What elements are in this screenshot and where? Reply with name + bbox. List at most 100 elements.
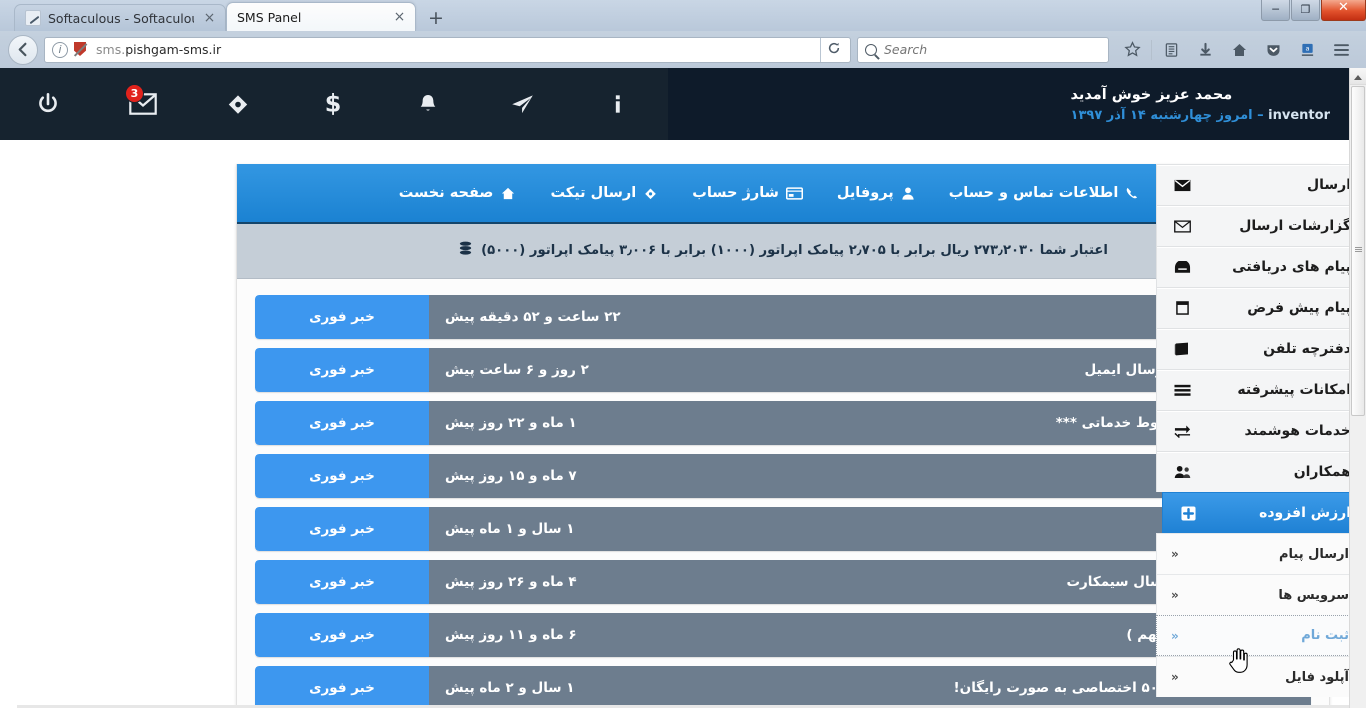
nav-item-contact-account[interactable]: اطلاعات تماس و حساب — [949, 185, 1140, 201]
news-row[interactable]: اطلاعیه های مهم ارسال سیمکارت ۴ ماه و ۲۶… — [255, 560, 1311, 604]
close-window-button[interactable]: ✕ — [1321, 0, 1366, 21]
envelope-filled-icon — [1171, 179, 1193, 192]
bell-icon[interactable] — [380, 68, 475, 140]
sidebar-subitem-send-message[interactable]: « ارسال پیام — [1156, 533, 1358, 574]
plus-square-icon — [1177, 505, 1199, 521]
nav-item-label: شارژ حساب — [692, 185, 779, 201]
power-icon[interactable] — [0, 68, 95, 140]
sidebar-subitem-upload-file[interactable]: « آپلود فایل — [1156, 656, 1358, 697]
sidebar-item-phonebook[interactable]: دفترچه تلفن — [1156, 328, 1358, 369]
news-row[interactable]: آپدیت وبسرویس #C ۲۲ ساعت و ۵۲ دقیقه پیش … — [255, 295, 1311, 339]
sidebar-subitem-services[interactable]: « سرویس ها — [1156, 574, 1358, 615]
browser-tab-sms-panel[interactable]: SMS Panel × — [226, 2, 416, 31]
pocket-icon[interactable] — [1256, 36, 1290, 64]
sidebar-menu: ارسال گزارشات ارسال پیام های دریافتی پیا… — [1156, 164, 1358, 697]
sidebar-item-advanced[interactable]: امکانات پیشرفته — [1156, 369, 1358, 410]
sidebar-item-value-added[interactable]: ارزش افزوده — [1162, 492, 1358, 533]
sidebar-item-smart-services[interactable]: خدمات هوشمند — [1156, 410, 1358, 451]
sidebar-item-label: پیام های دریافتی — [1232, 259, 1351, 275]
search-input[interactable]: Search — [884, 42, 927, 57]
tab-strip: Softaculous - Softaculous - P × SMS Pane… — [14, 2, 449, 31]
vertical-scrollbar[interactable] — [1349, 68, 1366, 708]
news-tag: خبر فوری — [255, 666, 429, 708]
downloads-icon[interactable] — [1188, 36, 1222, 64]
envelope-badge: 3 — [125, 84, 144, 103]
sidebar-item-send-reports[interactable]: گزارشات ارسال — [1156, 205, 1358, 246]
news-row[interactable]: طرح ارائه خطوط ۵۰۰۰ اختصاصی به صورت رایگ… — [255, 666, 1311, 708]
phone-icon — [1125, 186, 1139, 200]
sidebar-item-inbox[interactable]: پیام های دریافتی — [1156, 246, 1358, 287]
envelope-outline-icon — [1171, 219, 1193, 233]
news-time: ۶ ماه و ۱۱ روز پیش — [445, 627, 577, 643]
welcome-block: محمد عزیز خوش آمدید inventor – امروز چها… — [1071, 84, 1330, 127]
minimize-button[interactable]: ─ — [1261, 0, 1290, 21]
browser-tab-softaculous[interactable]: Softaculous - Softaculous - P × — [14, 4, 226, 31]
nav-item-profile[interactable]: پروفایل — [837, 185, 915, 201]
search-bar[interactable]: Search — [857, 36, 1109, 63]
credit-text: اعتبار شما ۲۷۳٫۲۰۳۰ ریال برابر با ۲٫۷۰۵ … — [481, 242, 1108, 258]
news-time: ۲ روز و ۶ ساعت پیش — [445, 362, 589, 378]
library-icon[interactable] — [1154, 36, 1188, 64]
tracking-protection-icon[interactable] — [73, 42, 88, 57]
paper-plane-icon[interactable] — [475, 68, 570, 140]
envelope-icon[interactable]: 3 — [95, 68, 190, 140]
restore-button[interactable]: ❐ — [1291, 0, 1320, 21]
coins-icon — [458, 241, 473, 261]
account-icon[interactable]: a — [1290, 36, 1324, 64]
ticket-tag-icon[interactable] — [190, 68, 285, 140]
chevron-double-left-icon: « — [1171, 547, 1179, 561]
sidebar-item-label: پیام پیش فرض — [1247, 300, 1351, 316]
sidebar-subitem-label: آپلود فایل — [1285, 669, 1349, 685]
reload-button[interactable] — [820, 37, 846, 62]
nav-item-charge-account[interactable]: شارژ حساب — [692, 185, 803, 201]
nav-item-send-ticket[interactable]: ارسال تیکت — [550, 185, 658, 201]
browser-navigation-bar: i sms.pishgam-sms.ir Search a — [0, 31, 1366, 68]
username-label: inventor — [1268, 108, 1330, 124]
news-row[interactable]: پنل ویژه نمایندگی ۱ سال و ۱ ماه پیش خبر … — [255, 507, 1311, 551]
sidebar-item-label: همکاران — [1293, 464, 1351, 480]
news-row[interactable]: *** اطلاعیه مهم خطوط خدماتی *** ۱ ماه و … — [255, 401, 1311, 445]
browser-toolbar-icons: a — [1115, 36, 1358, 64]
hamburger-menu-icon[interactable] — [1324, 36, 1358, 64]
users-icon — [1171, 465, 1193, 479]
stack-icon — [1171, 384, 1193, 397]
welcome-date: – امروز چهارشنبه ۱۴ آذر ۱۳۹۷ — [1070, 108, 1269, 124]
softaculous-icon — [25, 10, 41, 26]
sidebar-subitem-label: ارسال پیام — [1278, 546, 1349, 562]
news-tag: خبر فوری — [255, 348, 429, 392]
book-icon — [1171, 342, 1193, 356]
sidebar-subitem-register[interactable]: « ثبت نام — [1156, 615, 1358, 656]
back-arrow-icon — [18, 42, 26, 57]
news-time: ۲۲ ساعت و ۵۲ دقیقه پیش — [445, 309, 621, 325]
back-button[interactable] — [8, 34, 38, 65]
inbox-icon — [1171, 260, 1193, 274]
toolbar-divider — [1151, 39, 1152, 60]
header-icon-strip: 3 $ — [0, 68, 668, 140]
news-row[interactable]: اعیاد شعبانیه ۷ ماه و ۱۵ روز پیش خبر فور… — [255, 454, 1311, 498]
sidebar-item-label: امکانات پیشرفته — [1237, 382, 1351, 398]
scroll-up-arrow-icon[interactable] — [1350, 68, 1366, 85]
sidebar-item-default-message[interactable]: پیام پیش فرض — [1156, 287, 1358, 328]
info-icon[interactable] — [570, 68, 665, 140]
address-bar[interactable]: i sms.pishgam-sms.ir — [44, 36, 851, 63]
home-icon[interactable] — [1222, 36, 1256, 64]
sidebar-item-send[interactable]: ارسال — [1156, 164, 1358, 205]
close-icon[interactable]: × — [202, 11, 217, 26]
news-time: ۱ سال و ۱ ماه پیش — [445, 521, 575, 537]
close-icon[interactable]: × — [392, 10, 407, 25]
nav-item-home[interactable]: صفحه نخست — [399, 185, 517, 201]
scrollbar-thumb[interactable] — [1351, 86, 1365, 416]
nav-item-label: اطلاعات تماس و حساب — [948, 185, 1119, 201]
bookmark-star-icon[interactable] — [1115, 36, 1149, 64]
news-tag: خبر فوری — [255, 507, 429, 551]
news-row[interactable]: قوانین اختصاصی ( مهم ) ۶ ماه و ۱۱ روز پی… — [255, 613, 1311, 657]
site-info-icon[interactable]: i — [52, 41, 68, 58]
dollar-icon[interactable]: $ — [285, 68, 380, 140]
news-row[interactable]: اختلال و قطعی در ارسال ایمیل ۲ روز و ۶ س… — [255, 348, 1311, 392]
credit-card-icon — [785, 186, 803, 200]
sidebar-item-colleagues[interactable]: همکاران — [1156, 451, 1358, 492]
sidebar-item-label: خدمات هوشمند — [1244, 423, 1351, 439]
news-tag: خبر فوری — [255, 613, 429, 657]
new-tab-button[interactable]: + — [423, 7, 449, 31]
news-time: ۴ ماه و ۲۶ روز پیش — [445, 574, 577, 590]
